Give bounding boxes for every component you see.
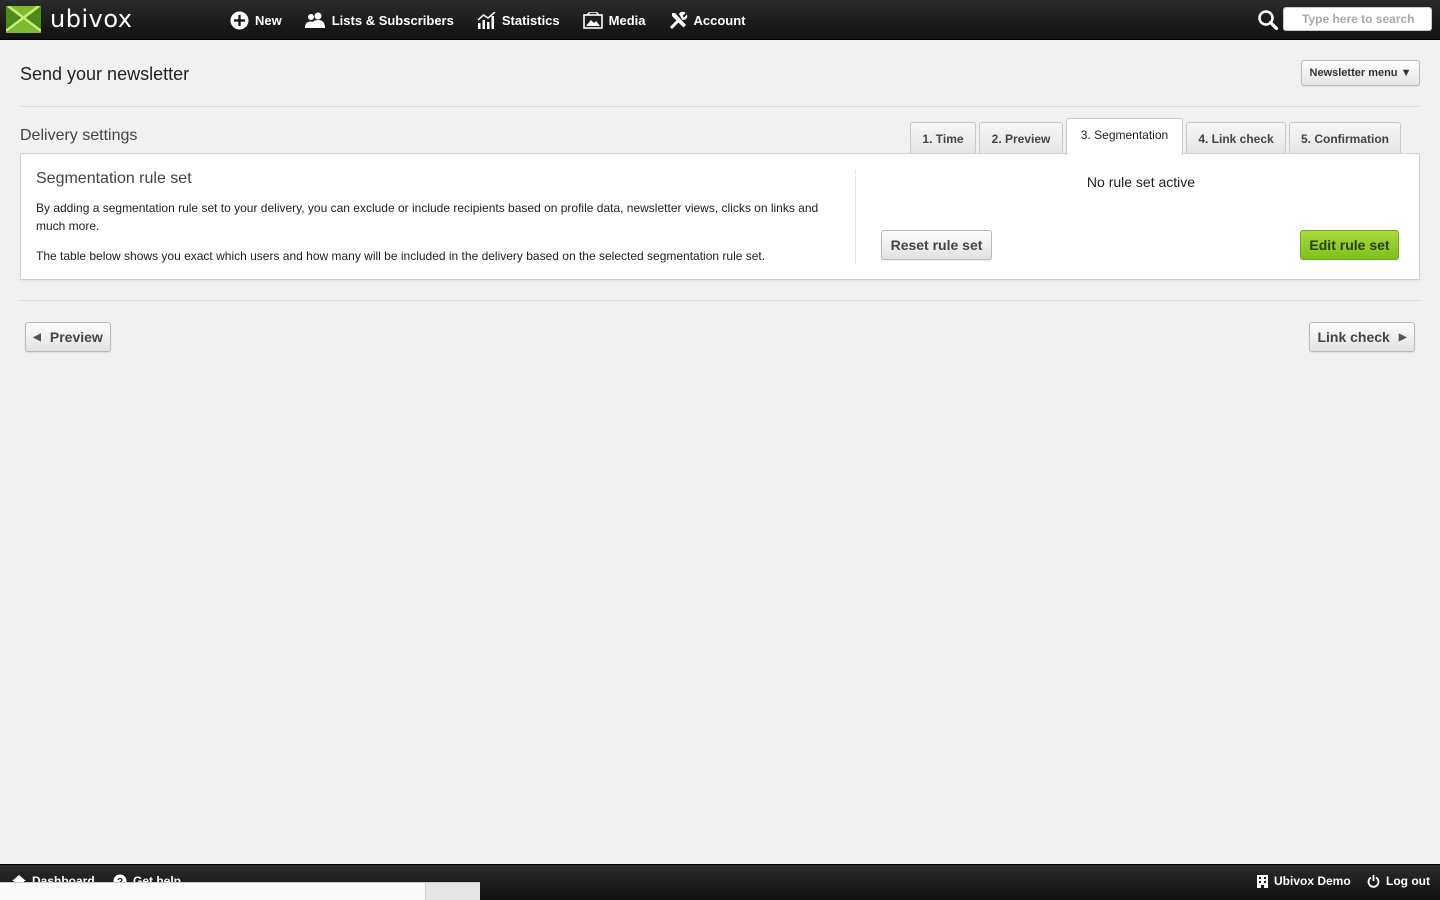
previous-step-button[interactable]: ◀ Preview — [25, 322, 111, 352]
top-navigation-bar: ubivox New Lists & Subscribers Statistic… — [0, 0, 1440, 40]
rule-set-status: No rule set active — [1086, 174, 1196, 190]
page-title: Send your newsletter — [20, 64, 190, 84]
footer-logout-link[interactable]: Log out — [1367, 874, 1430, 888]
nav-item-label: Media — [608, 12, 646, 28]
search-icon[interactable] — [1257, 9, 1279, 31]
ubivox-logo-icon — [6, 5, 41, 33]
previous-step-label: Preview — [49, 329, 103, 345]
search-input[interactable] — [1283, 7, 1432, 31]
next-step-label: Link check — [1317, 329, 1390, 345]
panel-divider — [855, 170, 856, 263]
next-step-button[interactable]: Link check ▶ — [1309, 322, 1415, 352]
arrow-left-icon: ◀ — [33, 331, 41, 343]
tab-time[interactable]: 1. Time — [910, 122, 976, 154]
loading-strip-cap — [425, 883, 480, 900]
tab-segmentation[interactable]: 3. Segmentation — [1066, 118, 1183, 155]
loading-strip — [0, 882, 480, 900]
plus-circle-icon — [230, 11, 249, 29]
section-title: Delivery settings — [20, 127, 138, 144]
main-nav: New Lists & Subscribers Statistics Media… — [230, 0, 769, 40]
nav-item-label: New — [255, 12, 282, 28]
reset-rule-set-button[interactable]: Reset rule set — [881, 230, 992, 260]
tab-confirmation[interactable]: 5. Confirmation — [1289, 122, 1401, 154]
image-icon — [582, 11, 603, 29]
edit-rule-set-button[interactable]: Edit rule set — [1300, 230, 1399, 260]
building-icon — [1257, 874, 1268, 888]
nav-item-lists-subscribers[interactable]: Lists & Subscribers — [304, 12, 454, 28]
tab-link-check[interactable]: 4. Link check — [1186, 122, 1286, 154]
nav-item-new[interactable]: New — [230, 11, 282, 30]
nav-item-statistics[interactable]: Statistics — [477, 11, 560, 29]
divider — [20, 106, 1420, 107]
footer-logout-label: Log out — [1386, 874, 1430, 888]
nav-item-label: Lists & Subscribers — [331, 12, 454, 28]
segmentation-panel: Segmentation rule set By adding a segmen… — [20, 153, 1420, 280]
nav-item-label: Statistics — [501, 12, 560, 28]
logo-text: ubivox — [50, 5, 133, 33]
nav-item-media[interactable]: Media — [582, 11, 646, 29]
logo[interactable]: ubivox — [6, 5, 132, 33]
footer-account-label: Ubivox Demo — [1274, 874, 1351, 888]
newsletter-menu-button[interactable]: Newsletter menu ▼ — [1301, 60, 1420, 86]
bar-chart-icon — [477, 11, 496, 29]
tab-preview[interactable]: 2. Preview — [979, 122, 1063, 154]
nav-item-label: Account — [693, 12, 746, 28]
users-icon — [304, 12, 325, 28]
tools-icon — [669, 11, 687, 29]
arrow-right-icon: ▶ — [1398, 331, 1407, 343]
panel-description-table: The table below shows you exact which us… — [36, 249, 766, 263]
power-icon — [1367, 874, 1380, 888]
divider — [20, 300, 1420, 301]
panel-title: Segmentation rule set — [36, 170, 192, 187]
footer-account-link[interactable]: Ubivox Demo — [1257, 874, 1351, 888]
nav-item-account[interactable]: Account — [669, 11, 746, 30]
panel-description: By adding a segmentation rule set to you… — [36, 201, 819, 233]
